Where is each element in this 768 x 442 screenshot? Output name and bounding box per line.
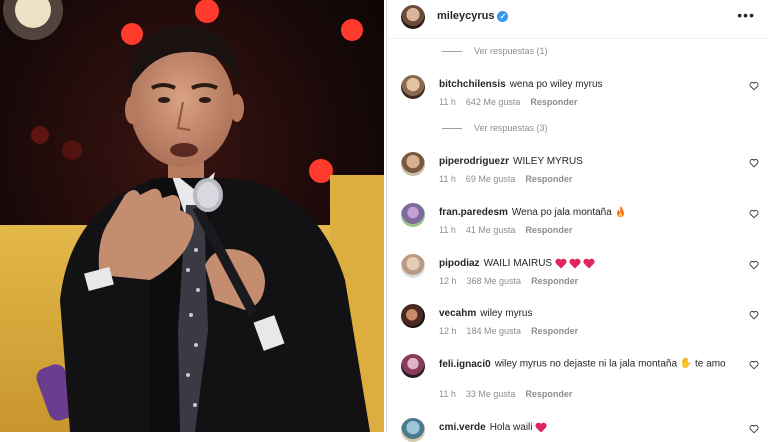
avatar[interactable] <box>401 203 425 227</box>
reply-button[interactable]: Responder <box>525 174 572 184</box>
reply-button[interactable]: Responder <box>530 97 577 107</box>
comment-username[interactable]: pipodiaz <box>439 258 480 269</box>
comment-body: wiley myrus <box>480 308 533 319</box>
comment-username[interactable]: bitchchilensis <box>439 79 506 90</box>
hand-emoji-icon: ✋ <box>679 358 693 369</box>
comment-text: pipodiaz WAILI MAIRUS <box>439 257 729 271</box>
comment-username[interactable]: fran.paredesm <box>439 207 508 218</box>
heart-icon[interactable] <box>749 209 759 219</box>
comment-text: fran.paredesm Wena po jala montaña <box>439 206 729 220</box>
replies-divider <box>442 51 462 53</box>
comment-likes[interactable]: 642 Me gusta <box>466 97 521 107</box>
comments-panel: mileycyrus ✓ ••• Ver respuestas (1) bitch… <box>386 0 768 442</box>
verified-badge-icon: ✓ <box>497 10 509 22</box>
comment-likes[interactable]: 368 Me gusta <box>467 276 522 286</box>
comment-likes[interactable]: 41 Me gusta <box>466 225 516 235</box>
reply-button[interactable]: Responder <box>531 276 578 286</box>
view-replies-label[interactable]: Ver respuestas (1) <box>474 46 548 56</box>
comment-meta: 11 h 41 Me gusta Responder <box>439 225 582 235</box>
author-username-row[interactable]: mileycyrus ✓ <box>437 10 509 22</box>
comment-body: wiley myrus no dejaste ni la jala montañ… <box>494 358 678 370</box>
avatar[interactable] <box>401 418 425 442</box>
comment-time: 12 h <box>439 326 457 336</box>
view-replies-1[interactable]: Ver respuestas (1) <box>442 46 548 56</box>
avatar[interactable] <box>401 254 425 278</box>
comment-username[interactable]: cmi.verde <box>439 422 486 433</box>
post-photo <box>0 0 384 432</box>
comment-time: 12 h <box>439 276 457 286</box>
comment-body-continued: te amo <box>695 358 726 370</box>
heart-icon[interactable] <box>749 158 759 168</box>
author-avatar[interactable] <box>401 5 425 29</box>
more-options-icon[interactable]: ••• <box>737 7 755 23</box>
view-replies-label[interactable]: Ver respuestas (3) <box>474 123 548 133</box>
comment-text: cmi.verde Hola waili <box>439 421 729 435</box>
comment-text: feli.ignaci0 wiley myrus no dejaste ni la… <box>439 357 729 372</box>
avatar[interactable] <box>401 152 425 176</box>
author-username[interactable]: mileycyrus <box>437 10 494 22</box>
comment-body: wena po wiley myrus <box>509 79 603 90</box>
fire-emoji-icon <box>616 206 624 218</box>
heart-icon[interactable] <box>749 360 759 370</box>
comment-time: 11 h <box>439 389 456 399</box>
comment-username[interactable]: piperodriguezr <box>439 156 509 167</box>
comment-time: 11 h <box>439 225 456 235</box>
avatar[interactable] <box>401 354 425 378</box>
comment-time: 11 h <box>439 97 456 107</box>
comment-meta: 11 h 642 Me gusta Responder <box>439 97 587 107</box>
heart-icon[interactable] <box>749 424 759 434</box>
heart-icon[interactable] <box>749 260 759 270</box>
replies-divider <box>442 128 462 130</box>
comment-body: WAILI MAIRUS <box>483 258 553 269</box>
comment-likes[interactable]: 33 Me gusta <box>466 389 516 399</box>
comment-text: bitchchilensis wena po wiley myrus <box>439 78 729 92</box>
comment-meta: 12 h 368 Me gusta Responder <box>439 276 588 286</box>
avatar[interactable] <box>401 75 425 99</box>
red-hearts-emoji-icon <box>555 258 595 269</box>
avatar[interactable] <box>401 304 425 328</box>
comment-meta: 11 h 69 Me gusta Responder <box>439 174 582 184</box>
comment-body: Hola waili <box>489 422 533 433</box>
comment-text: vecahm wiley myrus <box>439 307 729 321</box>
comment-text: piperodriguezr WILEY MYRUS <box>439 155 729 169</box>
comment-username[interactable]: feli.ignaci0 <box>439 359 491 370</box>
post-photo-image <box>0 0 384 432</box>
comment-meta: 11 h 33 Me gusta Responder <box>439 389 582 399</box>
post-header: mileycyrus ✓ ••• <box>387 0 768 39</box>
comment-body: WILEY MYRUS <box>513 156 583 167</box>
comment-meta: 12 h 184 Me gusta Responder <box>439 326 588 336</box>
reply-button[interactable]: Responder <box>531 326 578 336</box>
comment-likes[interactable]: 184 Me gusta <box>467 326 522 336</box>
red-heart-emoji-icon <box>535 422 547 433</box>
comment-time: 11 h <box>439 174 456 184</box>
heart-icon[interactable] <box>749 310 759 320</box>
reply-button[interactable]: Responder <box>525 225 572 235</box>
comment-likes[interactable]: 69 Me gusta <box>466 174 516 184</box>
heart-icon[interactable] <box>749 81 759 91</box>
reply-button[interactable]: Responder <box>525 389 572 399</box>
comment-username[interactable]: vecahm <box>439 308 476 319</box>
comment-body: Wena po jala montaña <box>511 207 612 218</box>
view-replies-3[interactable]: Ver respuestas (3) <box>442 123 548 133</box>
